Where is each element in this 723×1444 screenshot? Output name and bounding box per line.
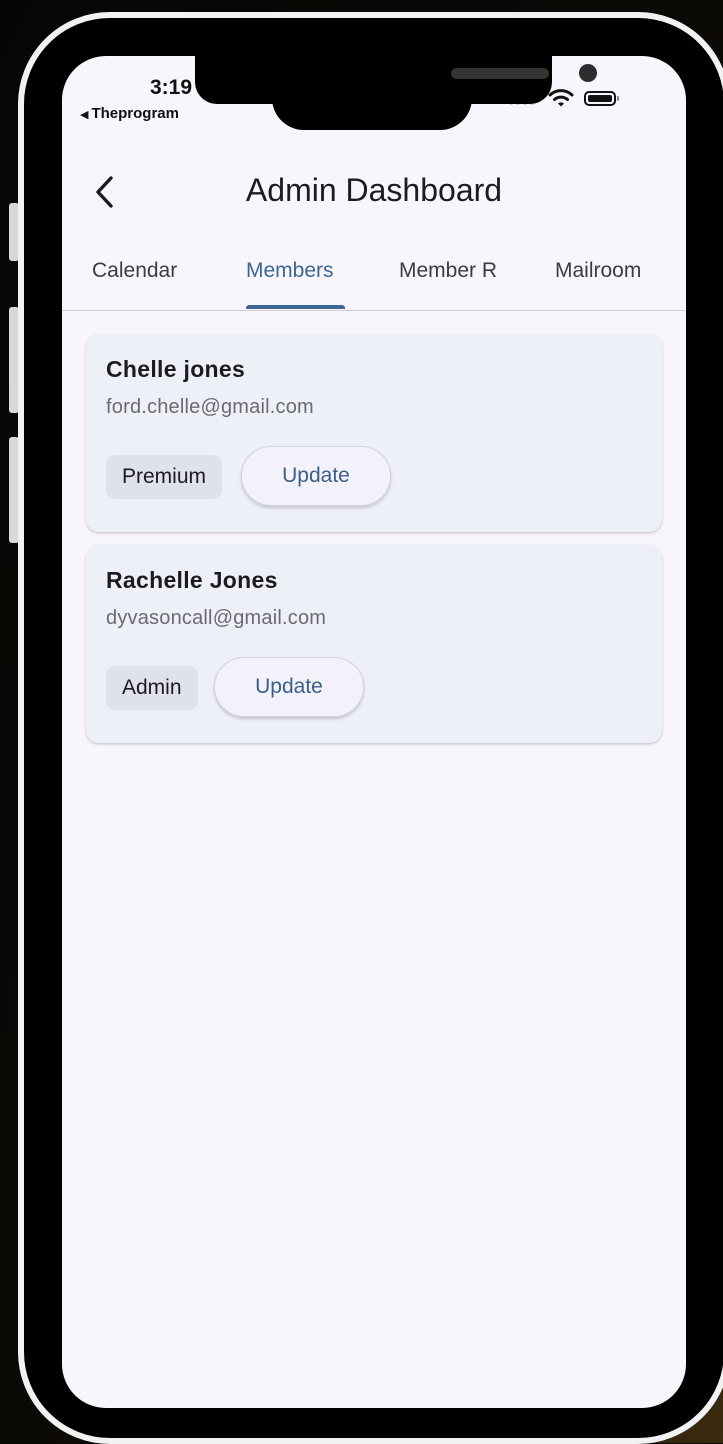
speaker-grille: [451, 68, 549, 79]
role-chip: Premium: [106, 455, 223, 499]
role-chip: Admin: [106, 666, 198, 710]
tab-label: Calendar: [92, 259, 178, 282]
tab-member-requests[interactable]: Member R: [399, 254, 507, 310]
tab-bar: Calendar Members Member R Mailroom: [62, 254, 686, 311]
back-to-app-link[interactable]: ◀ Theprogram: [80, 105, 179, 122]
member-name: Chelle jones: [106, 356, 246, 382]
tab-calendar[interactable]: Calendar: [92, 254, 177, 310]
app-screen: 3:19 ◀ Theprogram Admin Dashboard Calenda…: [62, 56, 686, 1408]
member-card: Rachelle Jones dyvasoncall@gmail.com Adm…: [86, 545, 662, 743]
member-email: dyvasoncall@gmail.com: [106, 607, 327, 629]
status-time: 3:19: [150, 76, 193, 99]
update-button[interactable]: Update: [214, 657, 364, 717]
page-title: Admin Dashboard: [245, 172, 503, 208]
active-tab-indicator: [246, 305, 345, 309]
tab-label: Member R: [399, 259, 498, 282]
update-button[interactable]: Update: [241, 446, 391, 506]
tab-members[interactable]: Members: [246, 254, 334, 310]
back-to-app-label: Theprogram: [91, 105, 179, 122]
tab-label: Mailroom: [555, 259, 642, 282]
member-card: Chelle jones ford.chelle@gmail.com Premi…: [86, 334, 662, 532]
notch-lower: [272, 86, 472, 130]
back-triangle-icon: ◀: [80, 109, 89, 121]
wifi-icon: [548, 89, 574, 107]
member-email: ford.chelle@gmail.com: [106, 396, 314, 418]
tab-label: Members: [246, 259, 334, 282]
battery-icon: [584, 90, 619, 106]
member-name: Rachelle Jones: [106, 567, 278, 593]
tab-mailroom[interactable]: Mailroom: [555, 254, 641, 310]
front-camera: [579, 64, 597, 82]
